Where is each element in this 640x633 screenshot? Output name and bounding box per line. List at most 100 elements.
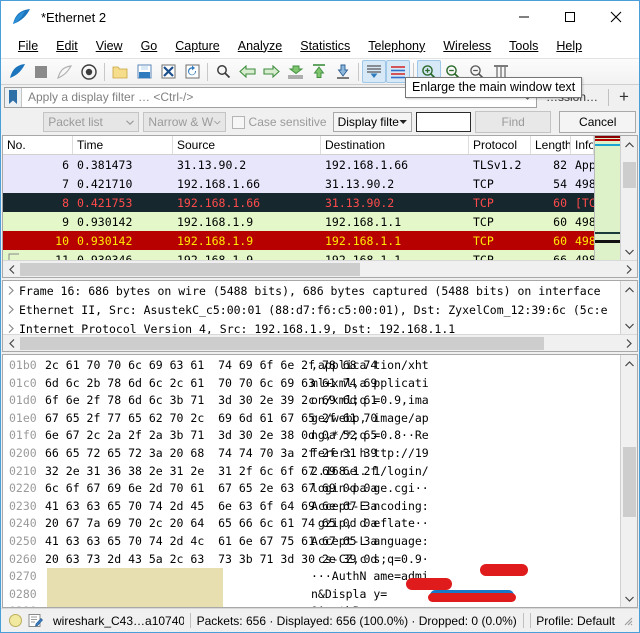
hscrollbar-track[interactable] xyxy=(20,260,620,277)
ascii-left: ,applica xyxy=(311,358,367,372)
status-capture-file: wireshark_C43…a10740.pcapng xyxy=(53,613,184,628)
auto-scroll-icon[interactable] xyxy=(362,60,386,83)
status-profile[interactable]: Profile: Default xyxy=(536,614,615,628)
scroll-up-arrow-icon[interactable] xyxy=(621,136,638,153)
menu-file[interactable]: File xyxy=(9,36,47,56)
find-search-in-combo[interactable]: Packet list xyxy=(43,112,140,132)
restart-capture-icon[interactable] xyxy=(53,60,77,83)
find-filter-type-combo[interactable]: Display filter xyxy=(332,112,413,132)
go-to-first-packet-icon[interactable] xyxy=(307,60,331,83)
table-row[interactable]: 11 0.930346 192.168.1.9 192.168.1.1 TCP … xyxy=(3,250,594,260)
cell-protocol: TCP xyxy=(473,252,494,261)
menu-capture[interactable]: Capture xyxy=(166,36,228,56)
menu-analyze[interactable]: Analyze xyxy=(229,36,291,56)
menu-view[interactable]: View xyxy=(87,36,132,56)
hscrollbar-track[interactable] xyxy=(20,334,620,351)
chevron-right-icon[interactable] xyxy=(3,305,19,314)
column-header-length[interactable]: Length xyxy=(531,136,571,154)
maximize-button[interactable] xyxy=(547,1,593,33)
detail-row-ethernet[interactable]: Ethernet II, Src: AsustekC_c5:00:01 (88:… xyxy=(3,300,620,319)
find-button[interactable]: Find xyxy=(474,111,552,133)
detail-row-ipv4[interactable]: Internet Protocol Version 4, Src: 192.16… xyxy=(3,319,620,334)
menu-help[interactable]: Help xyxy=(547,36,591,56)
capture-options-icon[interactable] xyxy=(77,60,101,83)
close-file-icon[interactable] xyxy=(156,60,180,83)
menu-tools[interactable]: Tools xyxy=(500,36,547,56)
ascii-left: &Au xyxy=(311,604,332,607)
scroll-up-arrow-icon[interactable] xyxy=(621,355,638,372)
scroll-right-arrow-icon[interactable] xyxy=(620,335,637,352)
hscrollbar-thumb[interactable] xyxy=(20,336,544,350)
column-header-time[interactable]: Time xyxy=(73,136,173,154)
reload-file-icon[interactable] xyxy=(180,60,204,83)
capture-comment-icon[interactable] xyxy=(28,613,43,628)
expert-info-icon[interactable] xyxy=(9,614,22,627)
checkbox-box[interactable] xyxy=(231,115,245,129)
chevron-right-icon[interactable] xyxy=(3,324,19,333)
scroll-left-arrow-icon[interactable] xyxy=(3,335,20,352)
stop-capture-icon[interactable] xyxy=(29,60,53,83)
resize-grip-icon[interactable] xyxy=(621,614,635,628)
hscrollbar-thumb[interactable] xyxy=(20,262,360,276)
toolbar-tooltip: Enlarge the main window text xyxy=(405,77,583,98)
add-filter-button[interactable]: + xyxy=(612,87,636,108)
go-forward-icon[interactable] xyxy=(259,60,283,83)
ascii-left: ge/webp, xyxy=(311,410,367,425)
status-separator-3 xyxy=(529,613,531,628)
start-capture-icon[interactable] xyxy=(5,60,29,83)
close-button[interactable] xyxy=(593,1,639,33)
packet-details-vscrollbar[interactable] xyxy=(620,281,637,334)
redaction-mark xyxy=(428,593,516,602)
scrollbar-thumb[interactable] xyxy=(623,162,636,188)
table-row-selected[interactable]: 8 0.421753 192.168.1.66 31.13.90.2 TCP 6… xyxy=(3,193,594,212)
column-header-protocol[interactable]: Protocol xyxy=(469,136,531,154)
scroll-down-arrow-icon[interactable] xyxy=(621,590,638,607)
menu-go[interactable]: Go xyxy=(132,36,167,56)
detail-row-frame[interactable]: Frame 16: 686 bytes on wire (5488 bits),… xyxy=(3,281,620,300)
bookmark-icon[interactable] xyxy=(5,87,22,107)
menu-statistics[interactable]: Statistics xyxy=(291,36,359,56)
column-header-no[interactable]: No. xyxy=(3,136,73,154)
table-row[interactable]: 9 0.930142 192.168.1.9 192.168.1.1 TCP 6… xyxy=(3,212,594,231)
packet-list-vscrollbar[interactable] xyxy=(620,136,637,260)
redaction-mark xyxy=(480,564,528,576)
find-search-input[interactable] xyxy=(416,112,471,132)
scroll-down-arrow-icon[interactable] xyxy=(621,243,638,260)
packet-details-hscrollbar[interactable] xyxy=(3,334,637,351)
column-header-destination[interactable]: Destination xyxy=(321,136,469,154)
table-row[interactable]: 10 0.930142 192.168.1.9 192.168.1.1 TCP … xyxy=(3,231,594,250)
go-to-packet-icon[interactable] xyxy=(283,60,307,83)
hex-bytes: 67 65 2f 77 65 62 70 2c 69 6d 61 67 65 2… xyxy=(45,410,378,425)
go-to-last-packet-icon[interactable] xyxy=(331,60,355,83)
scrollbar-thumb[interactable] xyxy=(623,447,636,517)
column-header-info[interactable]: Info xyxy=(571,136,594,154)
table-row[interactable]: 6 0.381473 31.13.90.2 192.168.1.66 TLSv1… xyxy=(3,155,594,174)
open-file-icon[interactable] xyxy=(108,60,132,83)
menu-edit[interactable]: Edit xyxy=(47,36,87,56)
go-back-icon[interactable] xyxy=(235,60,259,83)
minimize-button[interactable] xyxy=(501,1,547,33)
scroll-up-arrow-icon[interactable] xyxy=(621,281,638,298)
save-file-icon[interactable] xyxy=(132,60,156,83)
scroll-left-arrow-icon[interactable] xyxy=(3,261,20,278)
cancel-button[interactable]: Cancel xyxy=(559,111,636,133)
chevron-right-icon[interactable] xyxy=(3,286,19,295)
detail-row-ethernet-text: Ethernet II, Src: AsustekC_c5:00:01 (88:… xyxy=(19,302,608,317)
menu-wireless[interactable]: Wireless xyxy=(434,36,500,56)
status-separator-2 xyxy=(522,613,524,628)
table-row[interactable]: 7 0.421710 192.168.1.66 31.13.90.2 TCP 5… xyxy=(3,174,594,193)
scroll-down-arrow-icon[interactable] xyxy=(621,317,638,334)
ascii-right: s;q=0.9· xyxy=(373,551,429,566)
packet-list-hscrollbar[interactable] xyxy=(3,260,637,277)
find-case-sensitive-checkbox[interactable]: Case sensitive xyxy=(230,115,329,129)
ascii-left: ml+xml,a xyxy=(311,375,367,390)
packet-bytes-vscrollbar[interactable] xyxy=(620,355,637,607)
find-char-width-combo[interactable]: Narrow & Wi… xyxy=(143,112,226,132)
menu-telephony[interactable]: Telephony xyxy=(359,36,434,56)
column-header-source[interactable]: Source xyxy=(173,136,321,154)
find-packet-icon[interactable] xyxy=(211,60,235,83)
packet-list-minimap[interactable] xyxy=(594,136,620,260)
find-filter-type-value: Display filter xyxy=(337,115,399,129)
ascii-right: =0.8··Re xyxy=(373,428,429,443)
scroll-right-arrow-icon[interactable] xyxy=(620,261,637,278)
